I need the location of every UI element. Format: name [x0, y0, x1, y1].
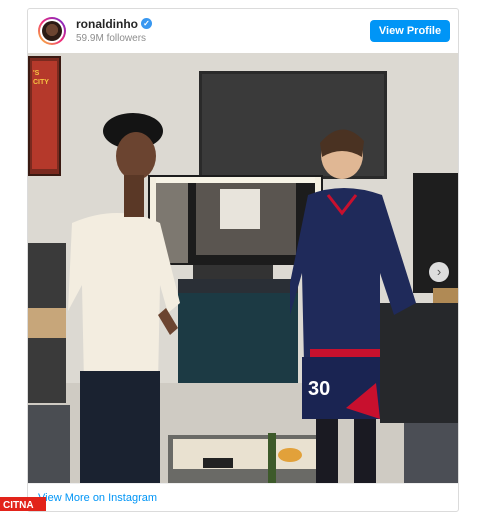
shorts-number: 30	[308, 378, 330, 400]
view-profile-button[interactable]: View Profile	[370, 20, 450, 42]
avatar-image	[42, 21, 62, 41]
armchair-right	[404, 423, 458, 483]
view-more-link[interactable]: View More on Instagram	[38, 492, 157, 504]
photo-scene: 'S CITY 30	[28, 53, 458, 483]
avatar[interactable]	[38, 17, 66, 45]
poster-text-2: CITY	[33, 79, 49, 86]
next-slide-button[interactable]: ›	[429, 262, 449, 282]
post-header: ronaldinho ✓ 59.9M followers View Profile	[28, 9, 458, 54]
person-left-face	[116, 132, 156, 180]
person-left-pants	[80, 371, 160, 483]
citna-logo-text: CITNA	[3, 500, 34, 511]
poster-text-1: 'S	[33, 70, 40, 77]
verified-check-icon: ✓	[141, 18, 152, 30]
citna-logo: CITNA	[0, 497, 46, 511]
armchair-left	[28, 405, 70, 483]
instagram-embed-card: ronaldinho ✓ 59.9M followers View Profile…	[27, 8, 459, 512]
follower-count: 59.9M followers	[76, 33, 147, 44]
chevron-right-icon: ›	[436, 264, 442, 279]
vanity-desk	[178, 279, 298, 293]
seated-person	[380, 303, 458, 423]
username[interactable]: ronaldinho ✓	[76, 17, 152, 31]
post-footer: View More on Instagram	[28, 483, 458, 514]
post-photo[interactable]: 'S CITY 30 ›	[28, 53, 458, 483]
